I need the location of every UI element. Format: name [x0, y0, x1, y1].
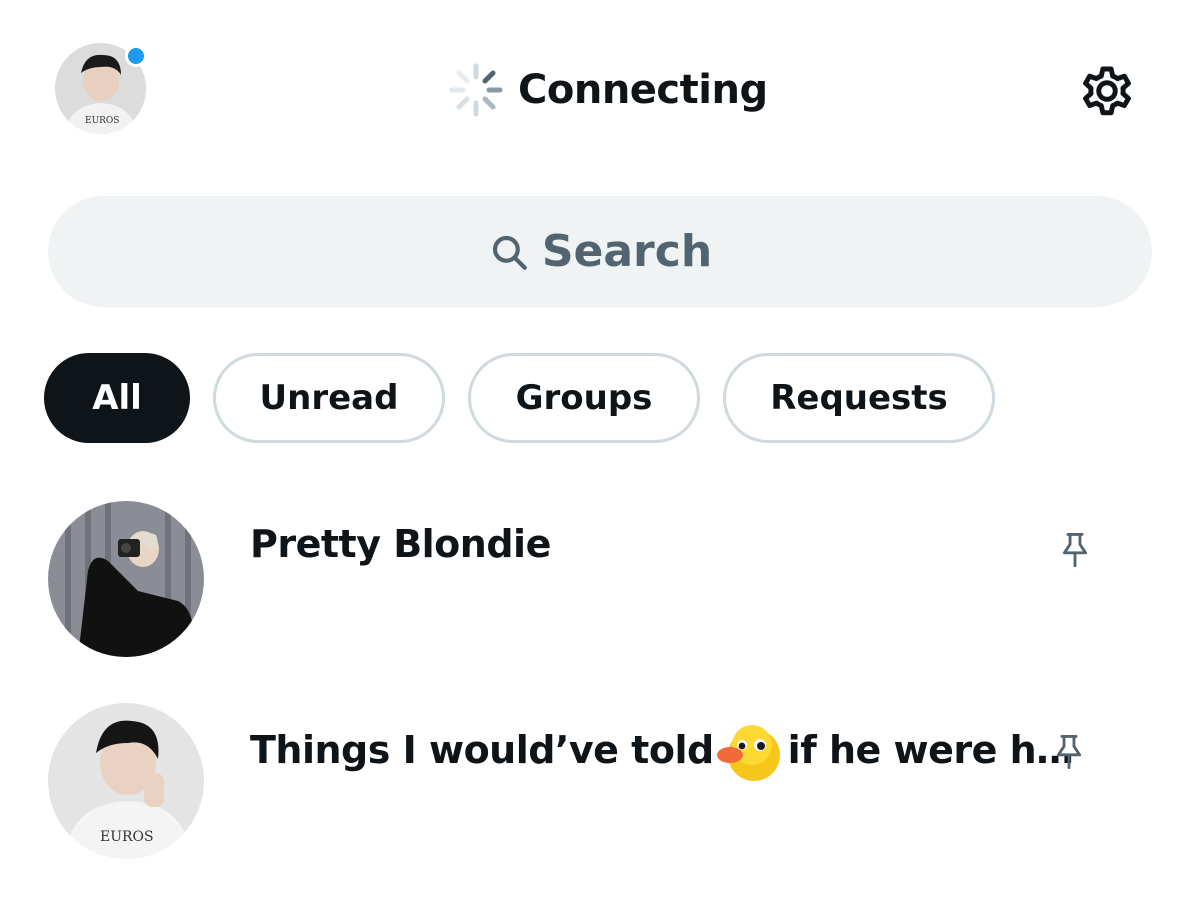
conversation-name: Things I would’ve told if he were h…: [250, 715, 1074, 785]
header-status: Connecting: [448, 58, 768, 122]
settings-gear-icon[interactable]: [1074, 58, 1140, 124]
conversation-name: Pretty Blondie: [250, 522, 551, 566]
page-title: Connecting: [518, 67, 768, 113]
filter-chip-all[interactable]: All: [44, 353, 190, 443]
conversation-avatar: EUROS: [48, 703, 204, 859]
svg-text:EUROS: EUROS: [100, 829, 154, 845]
filter-chip-requests[interactable]: Requests: [723, 353, 995, 443]
filter-chip-unread[interactable]: Unread: [213, 353, 445, 443]
conversation-name-text: if he were h…: [787, 728, 1075, 772]
search-icon: [492, 235, 527, 270]
duck-emoji-icon: [716, 725, 780, 781]
pin-icon: [1056, 735, 1082, 769]
conversation-avatar: [48, 501, 204, 657]
filter-chip-groups[interactable]: Groups: [468, 353, 700, 443]
loading-spinner-icon: [449, 63, 503, 117]
conversation-name-text: Things I would’ve told: [250, 728, 714, 772]
svg-text:EUROS: EUROS: [85, 116, 119, 126]
search-bar[interactable]: Search: [48, 196, 1152, 307]
pin-icon: [1062, 533, 1088, 567]
notification-dot: [125, 45, 147, 67]
search-label: Search: [541, 226, 713, 277]
